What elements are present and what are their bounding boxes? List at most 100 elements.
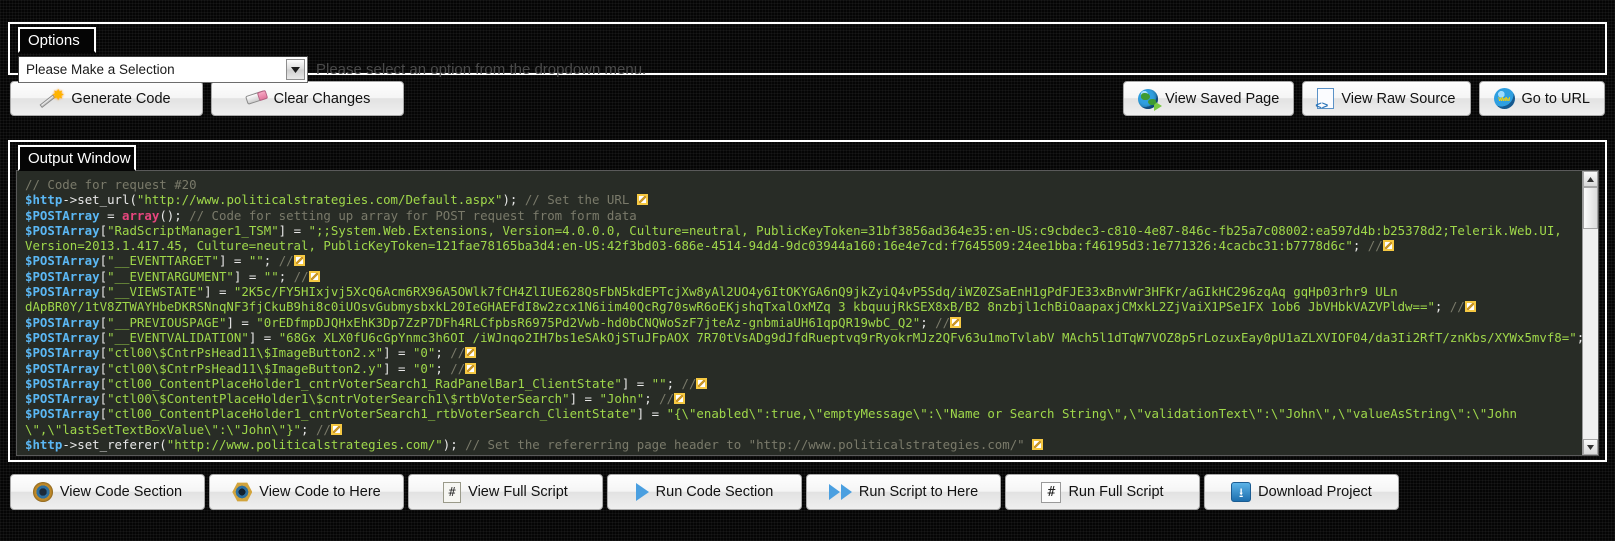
code-token: $POSTArray bbox=[25, 360, 100, 376]
code-line: \",\"lastSetTextBoxValue\":\"John\"}"; /… bbox=[25, 422, 1580, 437]
run-code-section-button[interactable]: Run Code Section bbox=[607, 474, 802, 510]
code-token: ; bbox=[301, 421, 316, 437]
code-token: "ctl00_ContentPlaceHolder1_cntrVoterSear… bbox=[107, 406, 637, 422]
edit-pencil-icon[interactable] bbox=[465, 347, 477, 359]
edit-pencil-icon[interactable] bbox=[1032, 439, 1044, 451]
code-token: "ctl00\$CntrPsHead11\$ImageButton2.x" bbox=[107, 345, 384, 361]
code-output-pane[interactable]: // Code for request #20 $http->set_url("h… bbox=[16, 170, 1599, 456]
code-token: // bbox=[659, 391, 675, 407]
edit-pencil-icon[interactable] bbox=[696, 377, 708, 389]
edit-pencil-icon[interactable] bbox=[308, 270, 320, 282]
code-token: ; bbox=[644, 391, 660, 407]
code-token: // bbox=[935, 314, 951, 330]
code-token: $http bbox=[25, 192, 63, 208]
options-group-legend: Options bbox=[18, 27, 96, 53]
code-token: $POSTArray bbox=[25, 253, 100, 269]
view-full-script-button[interactable]: # View Full Script bbox=[408, 474, 603, 510]
code-token: "RadScriptManager1_TSM" bbox=[107, 222, 279, 238]
bottom-button-group: View Code Section View Code to Here # Vi… bbox=[10, 474, 1399, 510]
top-right-button-group: View Saved Page <> View Raw Source www G… bbox=[1123, 81, 1605, 116]
edit-pencil-icon[interactable] bbox=[330, 423, 342, 435]
view-saved-page-button[interactable]: View Saved Page bbox=[1123, 81, 1295, 116]
top-left-button-group: ✸ Generate Code Clear Changes bbox=[10, 81, 404, 116]
code-token: ] bbox=[383, 345, 391, 361]
code-token: = bbox=[577, 391, 600, 407]
code-line: dApBR0Y/1tV8ZTWAYHbeDKRSNnqNF3fjCkuB9hi8… bbox=[25, 299, 1580, 314]
code-token: $POSTArray bbox=[25, 345, 100, 361]
code-line: $POSTArray["ctl00\$CntrPsHead11\$ImageBu… bbox=[25, 345, 1580, 360]
document-code-icon: <> bbox=[1315, 88, 1335, 112]
code-token: $POSTArray bbox=[25, 284, 100, 300]
www-globe-icon: www bbox=[1493, 88, 1515, 109]
view-code-to-here-button[interactable]: View Code to Here bbox=[209, 474, 404, 510]
run-script-to-here-button[interactable]: Run Script to Here bbox=[806, 474, 1001, 510]
scrollbar-thumb[interactable] bbox=[1583, 187, 1598, 229]
code-token: ; bbox=[435, 345, 451, 361]
options-dropdown-value: Please Make a Selection bbox=[26, 62, 175, 77]
code-token: // bbox=[450, 345, 466, 361]
edit-pencil-icon[interactable] bbox=[674, 393, 686, 405]
code-token: Version=2013.1.417.45, Culture=neutral, … bbox=[25, 238, 1353, 254]
code-token: [ bbox=[99, 314, 108, 330]
code-token: = bbox=[226, 253, 249, 269]
code-token: ->set_referer( bbox=[62, 437, 167, 453]
options-row: Please Make a Selection Please select an… bbox=[18, 56, 646, 83]
code-token: "__VIEWSTATE" bbox=[107, 284, 205, 300]
generate-code-button[interactable]: ✸ Generate Code bbox=[10, 81, 203, 116]
clear-changes-button[interactable]: Clear Changes bbox=[211, 81, 404, 116]
scroll-up-button[interactable] bbox=[1583, 171, 1598, 187]
play-icon bbox=[635, 483, 649, 501]
code-line: $POSTArray["__EVENTVALIDATION"] = "68Gx … bbox=[25, 329, 1582, 345]
edit-pencil-icon[interactable] bbox=[1382, 240, 1394, 252]
code-token: ; bbox=[1352, 238, 1368, 254]
go-to-url-button[interactable]: www Go to URL bbox=[1478, 81, 1605, 116]
code-token: ; bbox=[1434, 299, 1450, 315]
code-token: $POSTArray bbox=[25, 329, 100, 345]
code-token: // bbox=[1449, 299, 1465, 315]
code-token: [ bbox=[99, 375, 108, 391]
edit-pencil-icon[interactable] bbox=[465, 362, 477, 374]
chevron-down-icon[interactable] bbox=[286, 59, 305, 80]
run-full-script-button[interactable]: # Run Full Script bbox=[1005, 474, 1200, 510]
code-token: ";;System.Web.Extensions, Version=4.0.0.… bbox=[308, 222, 1562, 238]
code-token: ] bbox=[569, 391, 578, 407]
code-token: ->set_url( bbox=[62, 192, 137, 208]
eye-hex-icon bbox=[232, 482, 253, 502]
edit-pencil-icon[interactable] bbox=[636, 194, 648, 206]
code-token: = bbox=[286, 222, 309, 238]
edit-pencil-icon[interactable] bbox=[293, 255, 305, 267]
play-double-icon bbox=[828, 484, 852, 500]
code-token: ; bbox=[666, 375, 682, 391]
code-line: $POSTArray["ctl00\$ContentPlaceHolder1\$… bbox=[25, 391, 1580, 406]
edit-pencil-icon[interactable] bbox=[950, 316, 962, 328]
output-window-group-box: Output Window // Code for request #20 $ht… bbox=[8, 140, 1607, 462]
code-token: "ctl00\$CntrPsHead11\$ImageButton2.y" bbox=[107, 360, 384, 376]
run-script-to-here-label: Run Script to Here bbox=[858, 484, 979, 500]
scroll-down-button[interactable] bbox=[1583, 439, 1598, 455]
code-line: $POSTArray["ctl00_ContentPlaceHolder1_cn… bbox=[25, 376, 1580, 391]
code-line: $POSTArray["__PREVIOUSPAGE"] = "0rEDfmpD… bbox=[25, 315, 1580, 330]
code-token: "ctl00_ContentPlaceHolder1_cntrVoterSear… bbox=[107, 375, 622, 391]
code-token: // bbox=[450, 360, 466, 376]
code-token: array bbox=[122, 207, 160, 223]
code-token: // bbox=[681, 375, 697, 391]
code-scroll-area[interactable]: // Code for request #20 $http->set_url("h… bbox=[17, 171, 1582, 455]
code-token: "John" bbox=[599, 391, 645, 407]
download-project-button[interactable]: ⭳ Download Project bbox=[1204, 474, 1399, 510]
code-line: $POSTArray["__EVENTTARGET"] = ""; // bbox=[25, 253, 1580, 268]
view-code-section-button[interactable]: View Code Section bbox=[10, 474, 205, 510]
code-token: "ctl00\$ContentPlaceHolder1\$cntrVoterSe… bbox=[107, 391, 570, 407]
code-token: ] bbox=[278, 222, 287, 238]
code-token: "__EVENTARGUMENT" bbox=[107, 268, 234, 284]
scrollbar-track[interactable] bbox=[1583, 187, 1598, 439]
code-token: "" bbox=[651, 375, 667, 391]
view-raw-source-button[interactable]: <> View Raw Source bbox=[1302, 81, 1471, 116]
edit-pencil-icon[interactable] bbox=[1464, 301, 1476, 313]
vertical-scrollbar[interactable] bbox=[1582, 171, 1598, 455]
download-icon: ⭳ bbox=[1231, 482, 1252, 502]
options-dropdown[interactable]: Please Make a Selection bbox=[18, 56, 308, 83]
code-token: = bbox=[99, 207, 122, 223]
code-line: $http->set_referer("http://www.political… bbox=[25, 437, 1580, 452]
globe-arrow-icon bbox=[1138, 88, 1163, 111]
code-token: "{\"enabled\":true,\"emptyMessage\":\"Na… bbox=[666, 406, 1518, 422]
